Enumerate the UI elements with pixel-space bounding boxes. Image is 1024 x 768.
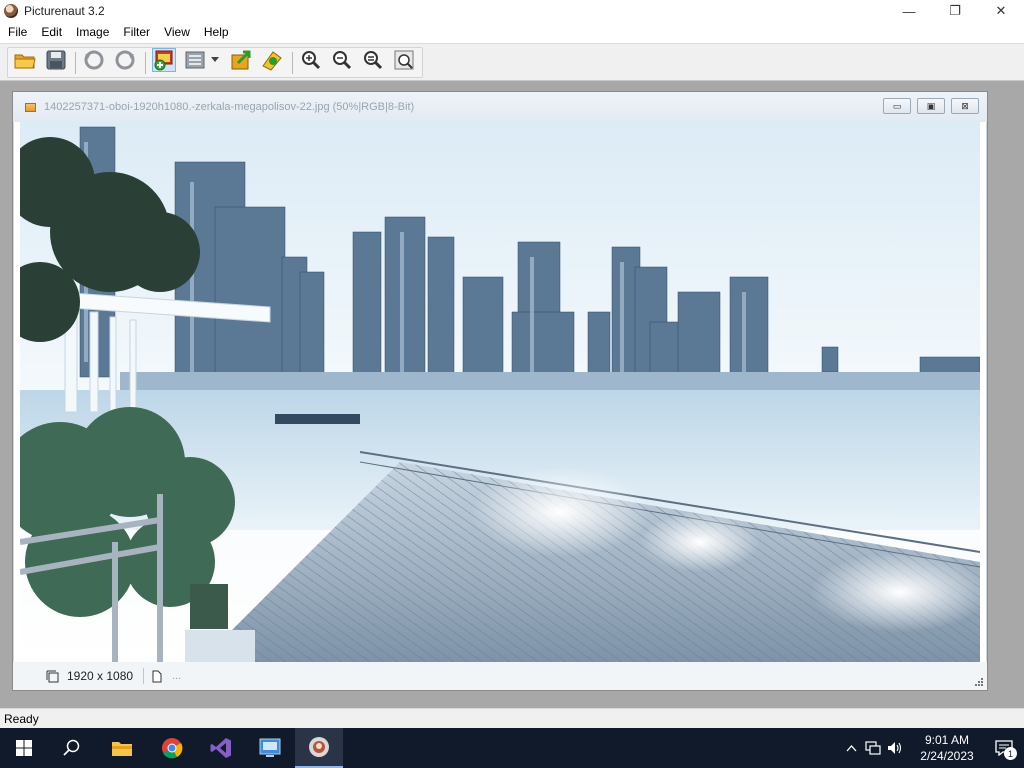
cityscape-photo bbox=[20, 122, 980, 662]
app-icon bbox=[4, 4, 18, 18]
document-statusbar: 1920 x 1080 ... bbox=[13, 662, 987, 690]
clock-date: 2/24/2023 bbox=[920, 749, 974, 763]
document-title: 1402257371-oboi-1920h1080.-zerkala-megap… bbox=[44, 101, 415, 113]
menu-file[interactable]: File bbox=[1, 22, 34, 43]
menu-image[interactable]: Image bbox=[69, 22, 116, 43]
chevron-up-icon[interactable] bbox=[840, 728, 862, 768]
image-size-icon bbox=[45, 669, 59, 683]
taskbar: 9:01 AM 2/24/2023 1 bbox=[0, 728, 1024, 768]
file-explorer-icon[interactable] bbox=[98, 728, 146, 768]
taskbar-clock[interactable]: 9:01 AM 2/24/2023 bbox=[910, 732, 984, 764]
document-titlebar: 1402257371-oboi-1920h1080.-zerkala-megap… bbox=[13, 92, 987, 122]
zoom-out-icon[interactable] bbox=[330, 48, 354, 72]
doc-minimize-button[interactable]: ▭ bbox=[883, 98, 911, 114]
notification-count-badge: 1 bbox=[1004, 747, 1017, 760]
control-panel-icon[interactable] bbox=[246, 728, 294, 768]
document-info-more: ... bbox=[172, 670, 182, 682]
picturenaut-icon[interactable] bbox=[295, 728, 343, 768]
tonemap-icon[interactable] bbox=[260, 48, 284, 72]
zoom-actual-icon[interactable] bbox=[392, 48, 416, 72]
search-icon[interactable] bbox=[48, 728, 96, 768]
volume-icon[interactable] bbox=[884, 728, 906, 768]
create-hdr-icon[interactable] bbox=[152, 48, 176, 72]
document-info-icon[interactable] bbox=[150, 669, 164, 683]
menu-filter[interactable]: Filter bbox=[116, 22, 157, 43]
undo-icon[interactable] bbox=[82, 48, 106, 72]
window-title: Picturenaut 3.2 bbox=[24, 4, 105, 18]
close-button[interactable]: ✕ bbox=[978, 0, 1024, 22]
system-tray: 9:01 AM 2/24/2023 1 bbox=[840, 728, 1024, 768]
document-window: 1402257371-oboi-1920h1080.-zerkala-megap… bbox=[12, 91, 988, 691]
batch-list-icon[interactable] bbox=[183, 48, 207, 72]
maximize-button[interactable]: ❐ bbox=[932, 0, 978, 22]
doc-close-button[interactable]: ⊠ bbox=[951, 98, 979, 114]
open-folder-icon[interactable] bbox=[13, 48, 37, 72]
zoom-fit-icon[interactable] bbox=[361, 48, 385, 72]
resize-grip-icon[interactable] bbox=[973, 676, 983, 686]
image-canvas[interactable] bbox=[20, 122, 980, 662]
network-icon[interactable] bbox=[862, 728, 884, 768]
dropdown-arrow-icon[interactable] bbox=[207, 48, 223, 72]
window-titlebar: Picturenaut 3.2 — ❐ ✕ bbox=[0, 0, 1024, 22]
menu-help[interactable]: Help bbox=[197, 22, 236, 43]
start-icon[interactable] bbox=[0, 728, 48, 768]
doc-maximize-button[interactable]: ▣ bbox=[917, 98, 945, 114]
zoom-in-icon[interactable] bbox=[299, 48, 323, 72]
redo-icon[interactable] bbox=[113, 48, 137, 72]
status-text: Ready bbox=[4, 711, 39, 726]
clock-time: 9:01 AM bbox=[924, 733, 970, 747]
save-icon[interactable] bbox=[44, 48, 68, 72]
image-file-icon bbox=[25, 102, 36, 112]
app-statusbar: Ready bbox=[0, 708, 1024, 728]
image-size-label: 1920 x 1080 bbox=[67, 669, 134, 683]
menu-bar: File Edit Image Filter View Help bbox=[0, 22, 1024, 43]
chrome-icon[interactable] bbox=[148, 728, 196, 768]
minimize-button[interactable]: — bbox=[886, 0, 932, 22]
menu-edit[interactable]: Edit bbox=[34, 22, 69, 43]
notification-center-icon[interactable]: 1 bbox=[984, 728, 1024, 768]
workspace: 1402257371-oboi-1920h1080.-zerkala-megap… bbox=[0, 81, 1024, 708]
export-icon[interactable] bbox=[229, 48, 253, 72]
menu-view[interactable]: View bbox=[157, 22, 197, 43]
toolbar bbox=[0, 43, 1024, 81]
visual-studio-icon[interactable] bbox=[197, 728, 245, 768]
